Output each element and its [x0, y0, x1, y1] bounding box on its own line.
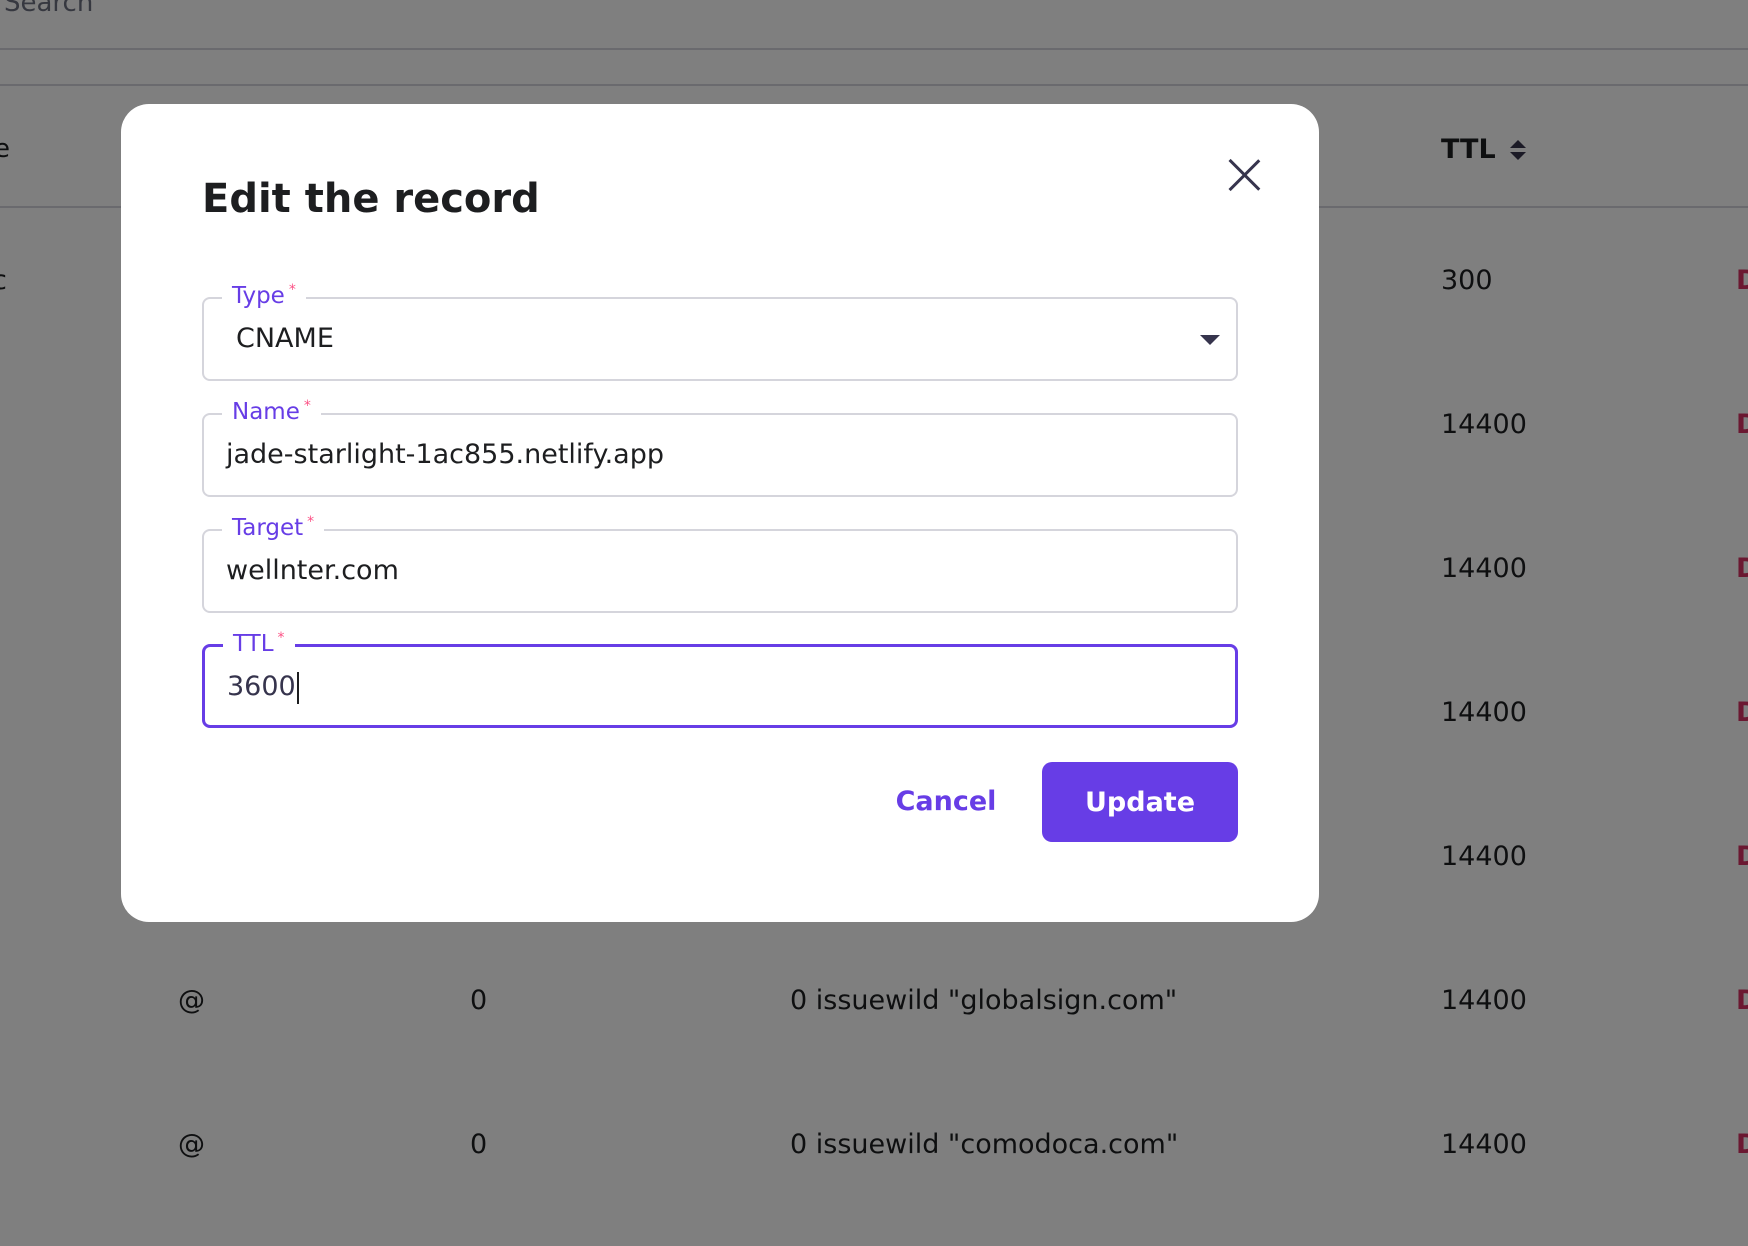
target-label: Target * [222, 514, 325, 541]
required-mark: * [307, 514, 315, 530]
chevron-down-icon[interactable] [1200, 335, 1220, 345]
type-label: Type * [222, 283, 306, 309]
ttl-label-text: TTL [233, 631, 274, 657]
type-label-text: Type [232, 283, 285, 309]
required-mark: * [303, 398, 311, 414]
type-select[interactable]: Type * CNAME [202, 283, 1238, 381]
ttl-value-wrap[interactable]: 3600 [227, 671, 299, 704]
type-value: CNAME [236, 323, 334, 354]
text-cursor [296, 671, 299, 704]
name-label-text: Name [232, 399, 300, 425]
name-label: Name * [222, 399, 321, 425]
required-mark: * [277, 630, 285, 646]
ttl-label: TTL * [223, 631, 295, 657]
target-label-text: Target [232, 515, 304, 541]
ttl-value: 3600 [227, 671, 296, 702]
name-field[interactable]: Name * jade-starlight-1ac855.netlify.app [202, 399, 1238, 497]
required-mark: * [288, 282, 296, 298]
update-button[interactable]: Update [1042, 762, 1238, 842]
name-value[interactable]: jade-starlight-1ac855.netlify.app [226, 439, 664, 470]
close-icon[interactable] [1225, 156, 1263, 194]
edit-record-dialog: Edit the record Type * CNAME Name * jade… [121, 104, 1319, 922]
target-field[interactable]: Target * wellnter.com [202, 515, 1238, 613]
ttl-field[interactable]: TTL * 3600 [202, 631, 1238, 728]
cancel-button[interactable]: Cancel [846, 762, 1046, 840]
target-value[interactable]: wellnter.com [226, 555, 399, 586]
dialog-title: Edit the record [202, 176, 540, 222]
